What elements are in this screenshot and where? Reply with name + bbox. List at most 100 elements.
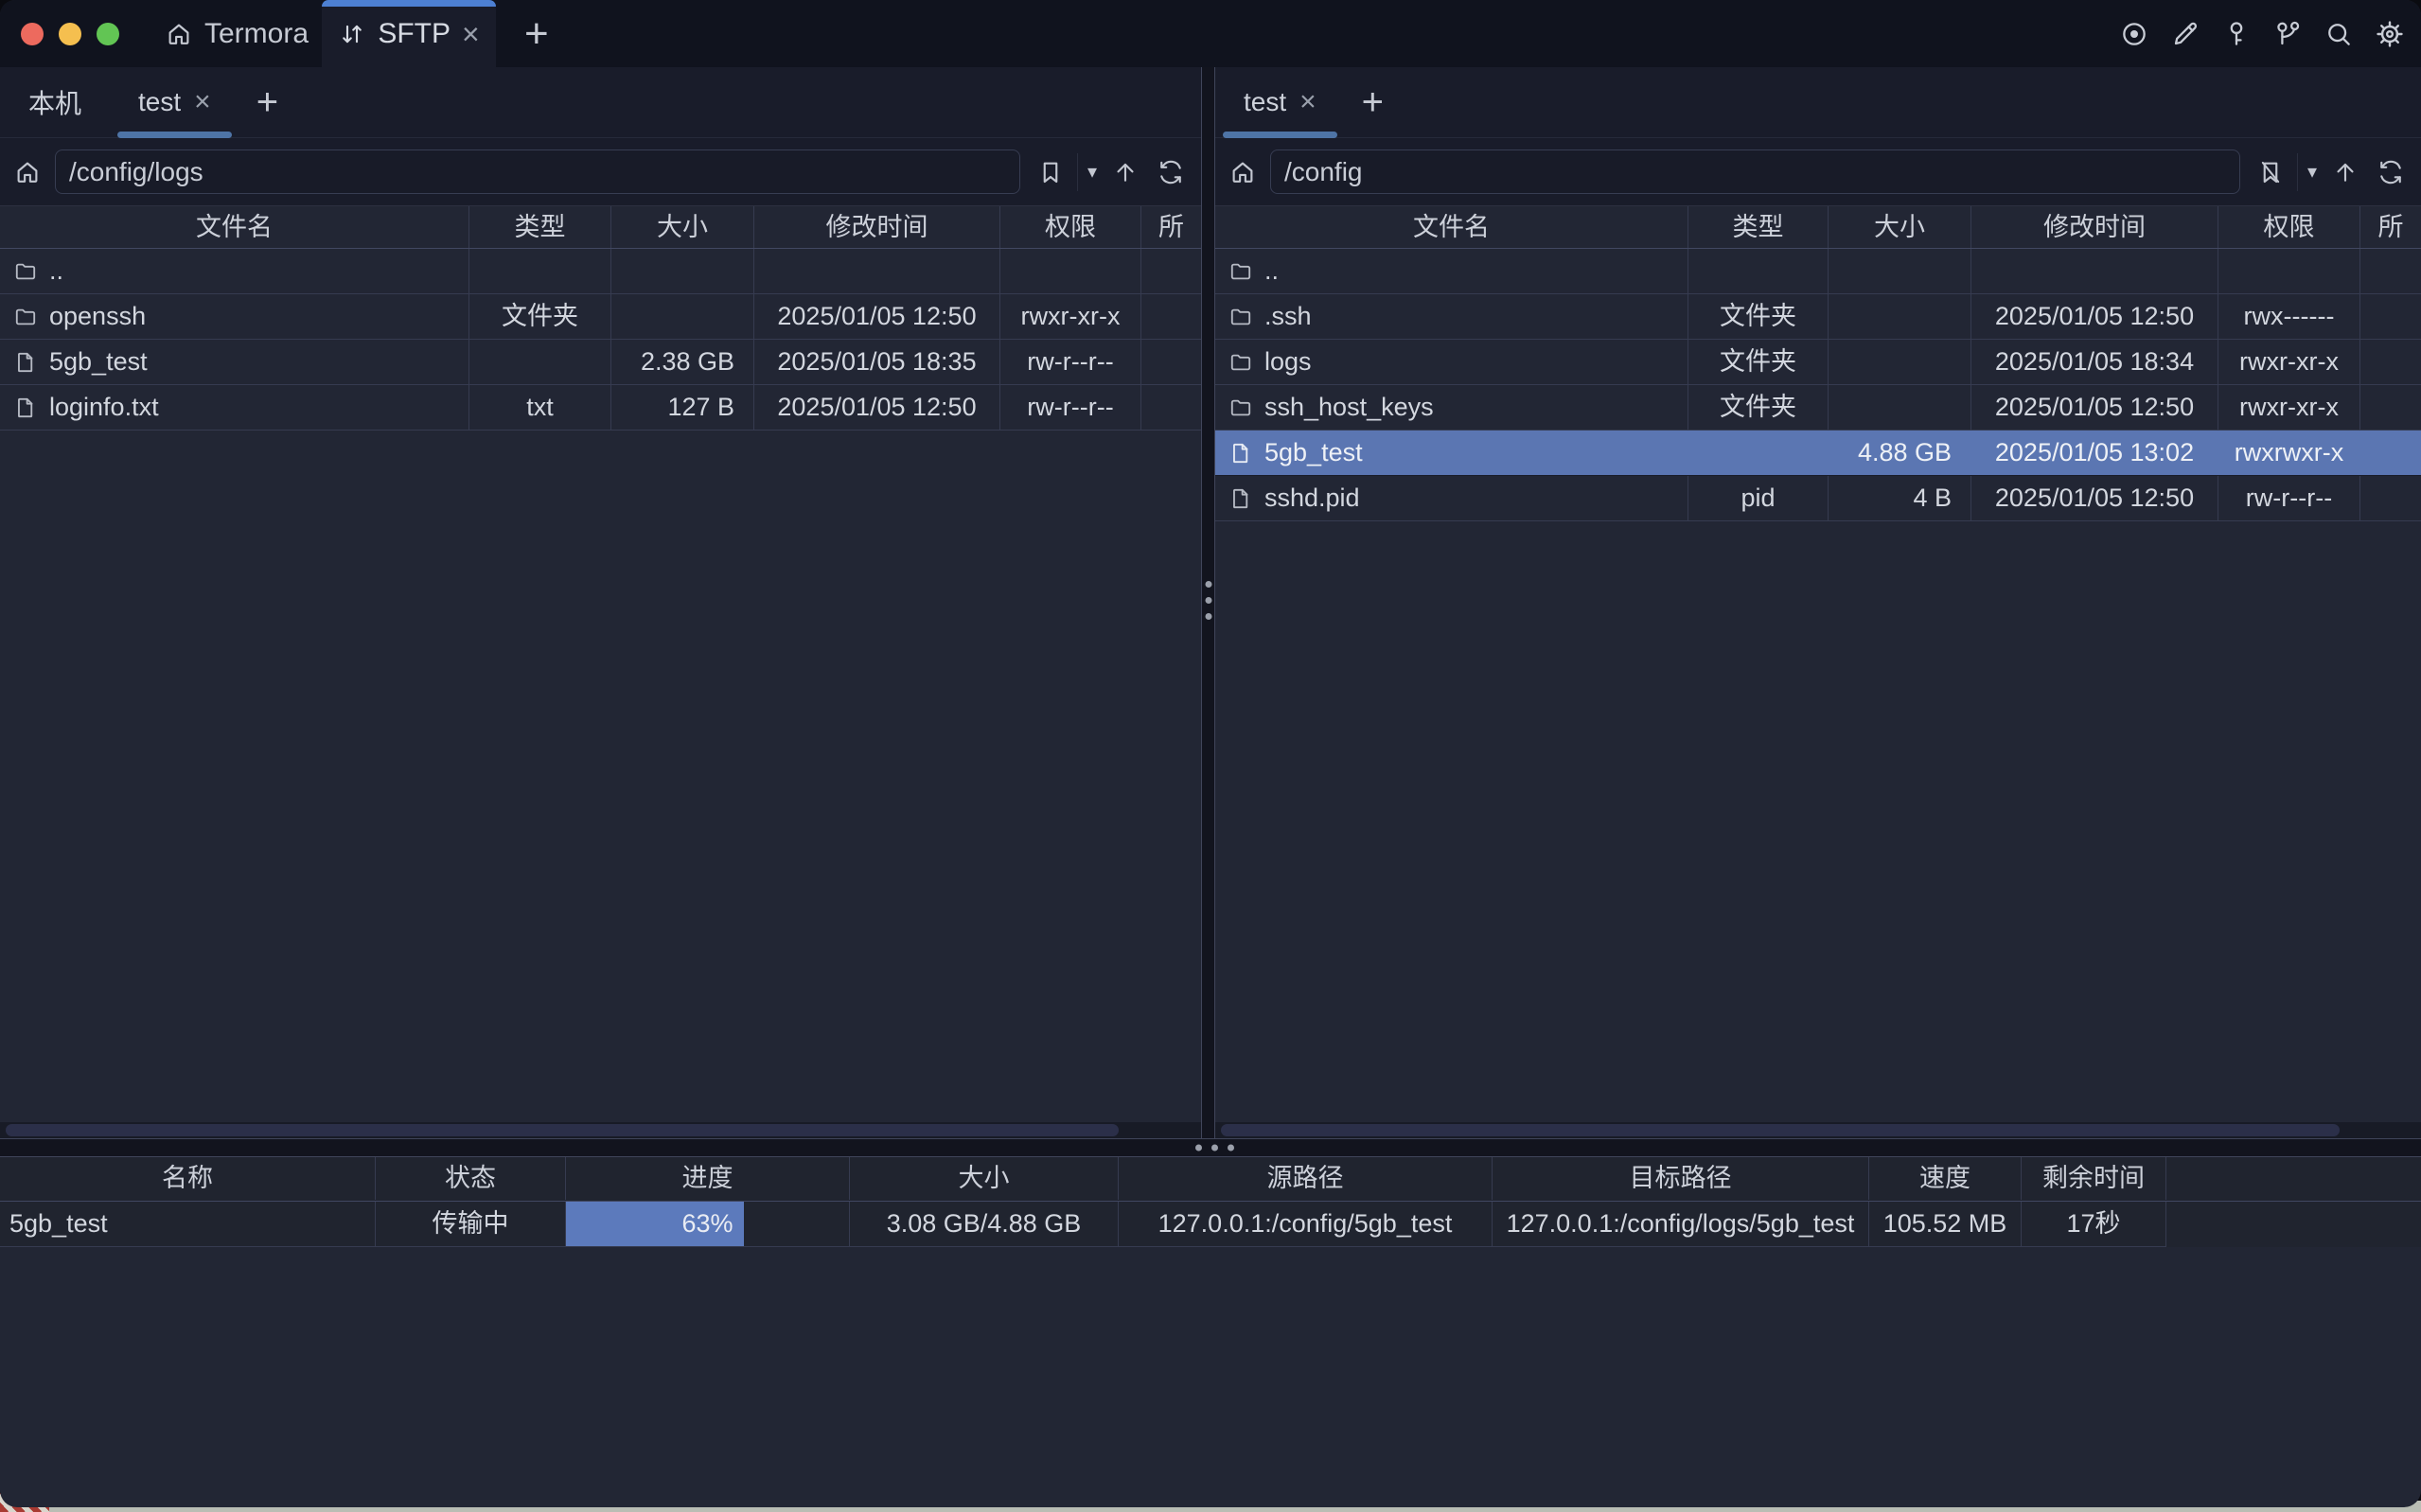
record-icon[interactable] bbox=[2118, 18, 2150, 50]
transfer-progress-bar: 63% bbox=[566, 1202, 850, 1246]
close-tab-icon[interactable]: × bbox=[462, 19, 480, 49]
table-row-logs[interactable]: logs 文件夹 2025/01/05 18:34 rwxr-xr-x bbox=[1215, 340, 2421, 385]
table-row-5gb-test[interactable]: 5gb_test 2.38 GB 2025/01/05 18:35 rw-r--… bbox=[0, 340, 1201, 385]
close-tab-icon[interactable]: × bbox=[194, 88, 211, 116]
settings-gear-icon[interactable] bbox=[2374, 18, 2406, 50]
tab-test-session[interactable]: test × bbox=[1215, 67, 1345, 138]
file-name: sshd.pid bbox=[1264, 476, 1360, 520]
add-pane-tab-button[interactable]: + bbox=[1345, 81, 1401, 124]
table-row-ssh-host-keys[interactable]: ssh_host_keys 文件夹 2025/01/05 12:50 rwxr-… bbox=[1215, 385, 2421, 431]
edit-icon[interactable] bbox=[2169, 18, 2201, 50]
right-pathbar: ▾ bbox=[1215, 138, 2421, 205]
file-mtime: 2025/01/05 13:02 bbox=[1971, 431, 2218, 475]
new-tab-button[interactable]: + bbox=[515, 0, 558, 67]
path-input[interactable] bbox=[55, 149, 1020, 194]
column-header-type[interactable]: 类型 bbox=[1688, 206, 1829, 248]
tab-termora-home[interactable]: Termora bbox=[151, 0, 322, 67]
column-header-target[interactable]: 目标路径 bbox=[1493, 1157, 1869, 1200]
close-tab-icon[interactable]: × bbox=[1299, 88, 1317, 116]
table-row-parent-dir[interactable]: .. bbox=[0, 249, 1201, 294]
table-row-sshd-pid[interactable]: sshd.pid pid 4 B 2025/01/05 12:50 rw-r--… bbox=[1215, 476, 2421, 521]
folder-icon bbox=[1228, 259, 1253, 284]
file-size: 4 B bbox=[1829, 476, 1971, 520]
file-perm: rw-r--r-- bbox=[1000, 340, 1141, 384]
chevron-down-icon[interactable]: ▾ bbox=[1082, 160, 1103, 184]
macos-close-button[interactable] bbox=[21, 23, 44, 45]
file-type bbox=[1688, 249, 1829, 293]
tab-sftp[interactable]: SFTP × bbox=[322, 0, 496, 67]
file-perm: rw-r--r-- bbox=[2218, 476, 2360, 520]
left-table-header: 文件名 类型 大小 修改时间 权限 所 bbox=[0, 205, 1201, 249]
table-row-parent-dir[interactable]: .. bbox=[1215, 249, 2421, 294]
file-perm: rw-r--r-- bbox=[1000, 385, 1141, 430]
table-row-ssh[interactable]: .ssh 文件夹 2025/01/05 12:50 rwx------ bbox=[1215, 294, 2421, 340]
file-size bbox=[1829, 294, 1971, 339]
chevron-down-icon[interactable]: ▾ bbox=[2302, 160, 2323, 184]
column-header-size[interactable]: 大小 bbox=[611, 206, 754, 248]
termora-window: Termora SFTP × + bbox=[0, 0, 2421, 1507]
folder-icon bbox=[13, 305, 38, 329]
column-header-speed[interactable]: 速度 bbox=[1869, 1157, 2022, 1200]
macos-minimize-button[interactable] bbox=[59, 23, 81, 45]
sftp-main-area: 本机 test × + ▾ bbox=[0, 67, 2421, 1138]
up-directory-icon[interactable] bbox=[2323, 158, 2368, 186]
progress-label: 63% bbox=[681, 1202, 733, 1246]
search-icon[interactable] bbox=[2323, 18, 2355, 50]
file-type bbox=[469, 249, 611, 293]
tab-local-machine[interactable]: 本机 bbox=[0, 67, 110, 138]
refresh-icon[interactable] bbox=[1148, 158, 1193, 186]
column-header-remaining[interactable]: 剩余时间 bbox=[2022, 1157, 2166, 1200]
keychain-icon[interactable] bbox=[2271, 18, 2304, 50]
key-icon[interactable] bbox=[2220, 18, 2253, 50]
file-type bbox=[469, 340, 611, 384]
column-header-perm[interactable]: 权限 bbox=[1000, 206, 1141, 248]
transfer-splitter-horizontal[interactable] bbox=[0, 1138, 2421, 1157]
file-type: txt bbox=[469, 385, 611, 430]
divider bbox=[2297, 153, 2298, 191]
column-header-progress[interactable]: 进度 bbox=[566, 1157, 850, 1200]
file-name: openssh bbox=[49, 294, 146, 339]
column-header-owner[interactable]: 所 bbox=[1141, 206, 1201, 248]
table-row-5gb-test-selected[interactable]: 5gb_test 4.88 GB 2025/01/05 13:02 rwxrwx… bbox=[1215, 431, 2421, 476]
table-row-openssh[interactable]: openssh 文件夹 2025/01/05 12:50 rwxr-xr-x bbox=[0, 294, 1201, 340]
transfer-updown-icon bbox=[338, 20, 366, 48]
refresh-icon[interactable] bbox=[2368, 158, 2413, 186]
column-header-source[interactable]: 源路径 bbox=[1119, 1157, 1493, 1200]
column-header-owner[interactable]: 所 bbox=[2360, 206, 2421, 248]
scrollbar-thumb[interactable] bbox=[6, 1124, 1119, 1136]
file-perm: rwxr-xr-x bbox=[1000, 294, 1141, 339]
column-header-mtime[interactable]: 修改时间 bbox=[754, 206, 1000, 248]
column-header-perm[interactable]: 权限 bbox=[2218, 206, 2360, 248]
column-header-mtime[interactable]: 修改时间 bbox=[1971, 206, 2218, 248]
column-header-type[interactable]: 类型 bbox=[469, 206, 611, 248]
pane-splitter-vertical[interactable] bbox=[1201, 67, 1215, 1138]
home-icon[interactable] bbox=[0, 158, 55, 186]
path-input[interactable] bbox=[1270, 149, 2240, 194]
bookmark-slash-icon[interactable] bbox=[2248, 158, 2293, 186]
left-horizontal-scrollbar[interactable] bbox=[0, 1122, 1201, 1138]
right-horizontal-scrollbar[interactable] bbox=[1215, 1122, 2421, 1138]
column-header-filename[interactable]: 文件名 bbox=[1215, 206, 1688, 248]
up-directory-icon[interactable] bbox=[1103, 158, 1148, 186]
home-icon[interactable] bbox=[1215, 158, 1270, 186]
divider bbox=[1077, 153, 1078, 191]
column-header-size[interactable]: 大小 bbox=[1829, 206, 1971, 248]
column-header-filename[interactable]: 文件名 bbox=[0, 206, 469, 248]
column-header-name[interactable]: 名称 bbox=[0, 1157, 376, 1200]
file-name: .. bbox=[49, 249, 63, 293]
scrollbar-thumb[interactable] bbox=[1221, 1124, 2340, 1136]
add-pane-tab-button[interactable]: + bbox=[239, 81, 295, 124]
file-size: 2.38 GB bbox=[611, 340, 754, 384]
table-row-loginfo[interactable]: loginfo.txt txt 127 B 2025/01/05 12:50 r… bbox=[0, 385, 1201, 431]
column-header-status[interactable]: 状态 bbox=[376, 1157, 566, 1200]
transfer-row-5gb-test[interactable]: 5gb_test 传输中 63% 3.08 GB/4.88 GB 127.0.0… bbox=[0, 1202, 2166, 1247]
file-size bbox=[1829, 385, 1971, 430]
home-icon bbox=[165, 20, 193, 48]
tab-test-session[interactable]: test × bbox=[110, 67, 239, 138]
file-icon bbox=[1228, 486, 1253, 511]
transfer-target-path: 127.0.0.1:/config/logs/5gb_test bbox=[1493, 1202, 1869, 1246]
column-header-size[interactable]: 大小 bbox=[850, 1157, 1119, 1200]
file-type: 文件夹 bbox=[469, 294, 611, 339]
macos-zoom-button[interactable] bbox=[97, 23, 119, 45]
bookmark-icon[interactable] bbox=[1028, 158, 1073, 186]
